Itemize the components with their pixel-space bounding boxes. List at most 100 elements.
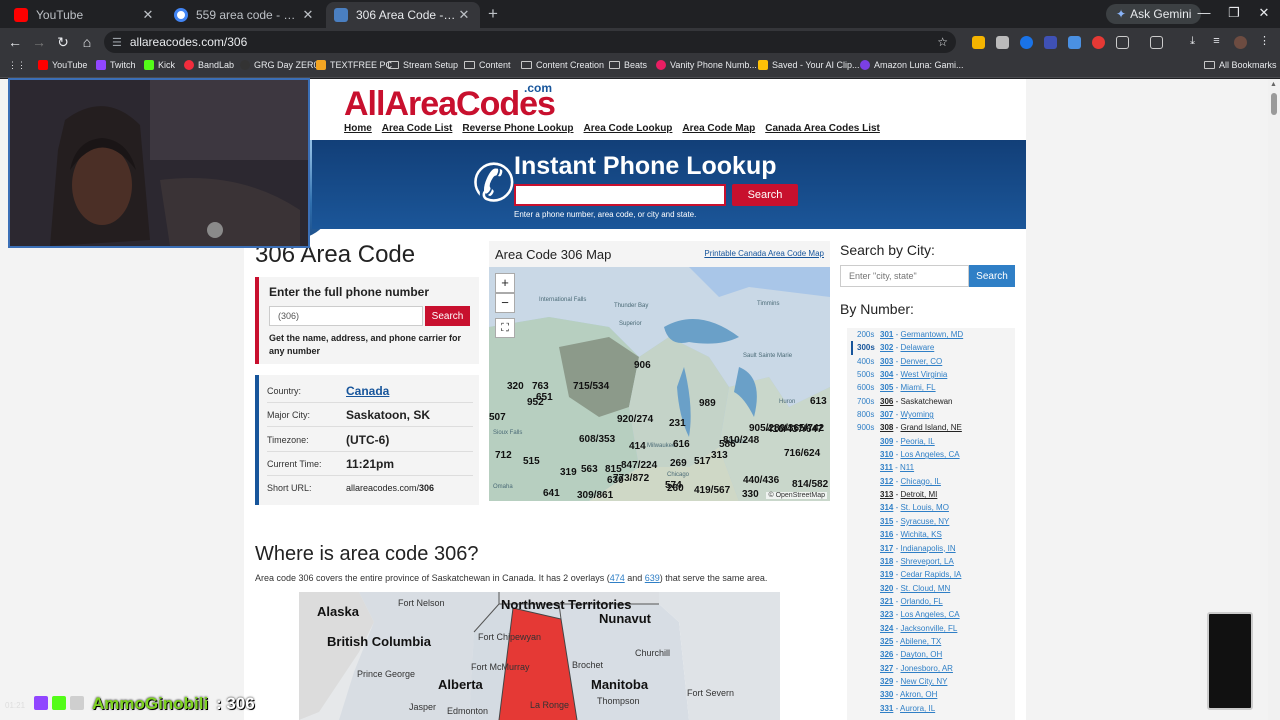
area-code-link[interactable]: 313 - Detroit, MI [880,488,963,501]
area-code-link[interactable]: 324 - Jacksonville, FL [880,622,963,635]
area-code-link[interactable]: 302 - Delaware [880,341,963,354]
menu-icon[interactable]: ⋮ [1258,36,1271,49]
bookmark-youtube[interactable]: YouTube [38,60,87,70]
extension-icon[interactable] [996,36,1009,49]
map-area-code[interactable]: 507 [489,412,506,423]
map-area-code[interactable]: 313 [711,450,728,461]
map-area-code[interactable]: 906 [634,360,651,371]
forward-button[interactable]: → [30,33,48,51]
area-code-link[interactable]: 316 - Wichita, KS [880,528,963,541]
hundreds-item[interactable]: 700s [851,395,875,408]
hundreds-item[interactable]: 600s [851,381,875,394]
bookmark-amazon-luna[interactable]: Amazon Luna: Gami... [860,60,964,70]
bookmark-vanity[interactable]: Vanity Phone Numb... [656,60,757,70]
area-code-map[interactable]: + − ⛶ International Falls Thunder Bay Su… [489,267,830,501]
close-tab-icon[interactable]: ✕ [456,7,472,23]
area-code-link[interactable]: 317 - Indianapolis, IN [880,542,963,555]
map-area-code[interactable]: 414 [629,441,646,452]
map-area-code[interactable]: 763 [532,381,549,392]
area-code-link[interactable]: 305 - Miami, FL [880,381,963,394]
extension-icon[interactable] [972,36,985,49]
phone-number-input[interactable]: (306) [269,306,423,326]
site-info-icon[interactable]: ☰ [112,36,122,49]
map-area-code[interactable]: 320 [507,381,524,392]
hundreds-item[interactable]: 900s [851,421,875,434]
hundreds-item[interactable]: 800s [851,408,875,421]
map-area-code[interactable]: 616 [673,439,690,450]
map-area-code[interactable]: 419/567 [694,485,730,496]
map-area-code[interactable]: 269 [670,458,687,469]
hundreds-item-selected[interactable]: 300s [851,341,875,355]
map-area-code[interactable]: 715/534 [573,381,609,392]
map-area-code[interactable]: 920/274 [617,414,653,425]
bookmark-textfree[interactable]: TEXTFREE PC [316,60,392,70]
nav-area-code-lookup[interactable]: Area Code Lookup [584,123,673,134]
area-code-link[interactable]: 329 - New City, NY [880,675,963,688]
map-area-code[interactable]: 989 [699,398,716,409]
nav-reverse-phone-lookup[interactable]: Reverse Phone Lookup [462,123,573,134]
extension-icon[interactable] [1068,36,1081,49]
close-tab-icon[interactable]: ✕ [140,7,156,23]
area-code-link[interactable]: 321 - Orlando, FL [880,595,963,608]
extensions-puzzle-icon[interactable] [1116,36,1129,49]
map-area-code[interactable]: 515 [523,456,540,467]
area-code-link[interactable]: 308 - Grand Island, NE [880,421,963,434]
extension-icon[interactable] [1020,36,1033,49]
bookmark-beats[interactable]: Beats [609,60,647,70]
nav-area-code-map[interactable]: Area Code Map [682,123,755,134]
back-button[interactable]: ← [6,33,24,51]
area-code-link[interactable]: 331 - Aurora, IL [880,702,963,715]
area-code-link[interactable]: 319 - Cedar Rapids, IA [880,568,963,581]
media-icon[interactable]: ≡ [1210,36,1223,49]
map-area-code[interactable]: 613 [810,396,827,407]
maximize-button[interactable]: ❐ [1224,5,1244,21]
area-code-link[interactable]: 315 - Syracuse, NY [880,515,963,528]
download-icon[interactable]: ⤓ [1186,36,1199,49]
city-search-input[interactable] [840,265,969,287]
area-code-current[interactable]: 306 - Saskatchewan [880,395,963,408]
area-code-link[interactable]: 326 - Dayton, OH [880,648,963,661]
map-area-code[interactable]: 440/436 [743,475,779,486]
bookmark-kick[interactable]: Kick [144,60,175,70]
map-area-code[interactable]: 563 [581,464,598,475]
hundreds-item[interactable]: 500s [851,368,875,381]
area-code-link[interactable]: 307 - Wyoming [880,408,963,421]
nav-area-code-list[interactable]: Area Code List [382,123,453,134]
map-area-code[interactable]: 586 [719,439,736,450]
ask-gemini-button[interactable]: ✦ Ask Gemini [1106,4,1202,24]
area-code-link[interactable]: 318 - Shreveport, LA [880,555,963,568]
scroll-up-arrow-icon[interactable]: ▲ [1270,81,1277,88]
map-area-code[interactable]: 260 [667,483,684,494]
area-code-link[interactable]: 310 - Los Angeles, CA [880,448,963,461]
fullscreen-icon[interactable]: ⛶ [495,318,515,338]
apps-icon[interactable]: ⋮⋮ [8,60,26,71]
map-area-code[interactable]: 847/224 [621,460,657,471]
map-area-code[interactable]: 716/624 [784,448,820,459]
phone-number-search-button[interactable]: Search [425,306,470,326]
area-code-link[interactable]: 312 - Chicago, IL [880,475,963,488]
area-code-link[interactable]: 330 - Akron, OH [880,688,963,701]
area-code-link[interactable]: 314 - St. Louis, MO [880,501,963,514]
map-area-code[interactable]: 905/289/365/742 [749,423,824,434]
minimize-button[interactable]: — [1194,5,1214,20]
reading-mode-icon[interactable] [1150,36,1163,49]
short-url[interactable]: allareacodes.com/306 [346,483,434,493]
map-area-code[interactable]: 309/861 [577,490,613,501]
overlay-link-474[interactable]: 474 [610,573,625,583]
bookmark-grg[interactable]: GRG Day ZER0 [240,60,319,70]
area-code-link[interactable]: 309 - Peoria, IL [880,435,963,448]
area-code-link[interactable]: 320 - St. Cloud, MN [880,582,963,595]
new-tab-button[interactable]: + [484,5,502,23]
all-bookmarks[interactable]: All Bookmarks [1204,60,1277,70]
map-area-code[interactable]: 651 [536,392,553,403]
map-area-code[interactable]: 330 [742,489,759,500]
bookmark-content-creation[interactable]: Content Creation [521,60,604,70]
map-area-code[interactable]: 641 [543,488,560,499]
phone-lookup-input[interactable] [514,184,726,206]
map-area-code[interactable]: 814/582 [792,479,828,490]
hundreds-item[interactable]: 400s [851,355,875,368]
map-area-code[interactable]: 231 [669,418,686,429]
city-search-button[interactable]: Search [969,265,1015,287]
map-area-code[interactable]: 517 [694,456,711,467]
reload-button[interactable]: ↻ [54,33,72,51]
